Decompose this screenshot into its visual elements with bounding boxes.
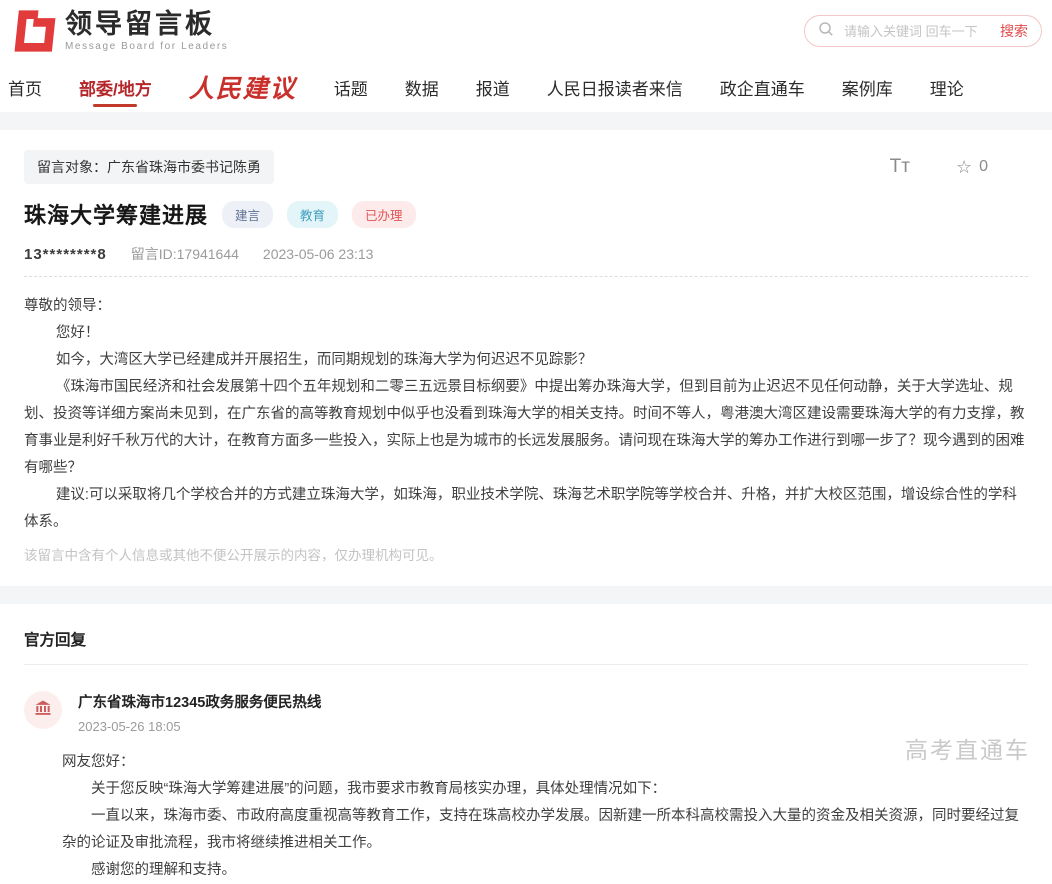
message-paragraph: 您好！ — [24, 320, 1028, 347]
message-author: 13********8 — [24, 246, 107, 263]
reply-time: 2023-05-26 18:05 — [78, 719, 321, 734]
logo-text: 领导留言板 Message Board for Leaders — [65, 11, 228, 52]
message-paragraph: 建议:可以采取将几个学校合并的方式建立珠海大学，如珠海，职业技术学院、珠海艺术职… — [24, 482, 1028, 536]
site-subtitle: Message Board for Leaders — [65, 41, 228, 52]
nav-item-case-library[interactable]: 案例库 — [842, 62, 893, 112]
message-paragraph: 尊敬的领导： — [24, 293, 1028, 320]
reply-paragraph: 关于您反映“珠海大学筹建进展”的问题，我市要求市教育局核实办理，具体处理情况如下… — [62, 776, 1028, 803]
message-body: 尊敬的领导： 您好！ 如今，大湾区大学已经建成并开展招生，而同期规划的珠海大学为… — [24, 293, 1028, 536]
search-input[interactable] — [842, 23, 992, 40]
message-card: 留言对象：广东省珠海市委书记陈勇 Tт ☆ 0 珠海大学筹建进展 建言 教育 已… — [0, 150, 1052, 586]
star-icon: ☆ — [956, 157, 972, 178]
message-toolbar: Tт ☆ 0 — [890, 156, 988, 178]
favorite-count: 0 — [979, 158, 988, 176]
tag-education: 教育 — [287, 201, 338, 228]
nav-item-gov-enterprise[interactable]: 政企直通车 — [720, 62, 805, 112]
site-title: 领导留言板 — [65, 11, 228, 38]
nav-item-peoples-advice[interactable]: 人民建议 — [189, 62, 297, 112]
nav-item-theory[interactable]: 理论 — [930, 62, 964, 112]
dashed-divider — [24, 276, 1028, 277]
message-title: 珠海大学筹建进展 — [24, 198, 208, 230]
divider-band — [0, 586, 1052, 604]
reply-paragraph: 一直以来，珠海市委、市政府高度重视高等教育工作，支持在珠高校办学发展。因新建一所… — [62, 803, 1028, 857]
official-reply-section: 官方回复 广东省珠海市12345政务服务便民热线 2023-05-26 18:0… — [0, 628, 1052, 884]
agency-avatar — [24, 691, 62, 729]
top-header: 领导留言板 Message Board for Leaders 搜索 — [0, 0, 1052, 62]
watermark: 高考直通车 — [905, 731, 1030, 765]
nav-item-data[interactable]: 数据 — [405, 62, 439, 112]
divider-band — [0, 112, 1052, 130]
reply-divider — [24, 664, 1028, 665]
message-paragraph: 如今，大湾区大学已经建成并开展招生，而同期规划的珠海大学为何迟迟不见踪影？ — [24, 347, 1028, 374]
message-meta: 13********8 留言ID:17941644 2023-05-06 23:… — [24, 244, 1028, 264]
nav-item-ministries[interactable]: 部委/地方 — [79, 62, 152, 112]
font-size-icon[interactable]: Tт — [890, 156, 910, 178]
nav-item-topics[interactable]: 话题 — [334, 62, 368, 112]
privacy-note: 该留言中含有个人信息或其他不便公开展示的内容，仅办理机构可见。 — [24, 544, 1028, 564]
agency-name[interactable]: 广东省珠海市12345政务服务便民热线 — [78, 691, 321, 712]
message-time: 2023-05-06 23:13 — [263, 246, 374, 262]
message-id: 留言ID:17941644 — [131, 244, 239, 264]
main-nav: 首页 部委/地方 人民建议 话题 数据 报道 人民日报读者来信 政企直通车 案例… — [0, 62, 1052, 112]
search-box[interactable]: 搜索 — [804, 15, 1042, 47]
reply-paragraph: 感谢您的理解和支持。 — [62, 857, 1028, 884]
tag-suggestion: 建言 — [222, 201, 273, 228]
nav-item-home[interactable]: 首页 — [8, 62, 42, 112]
search-button[interactable]: 搜索 — [1000, 21, 1028, 41]
favorite-button[interactable]: ☆ 0 — [956, 157, 988, 178]
message-board-logo-icon — [10, 8, 56, 54]
official-reply-heading: 官方回复 — [24, 628, 1028, 650]
message-target-badge: 留言对象：广东省珠海市委书记陈勇 — [24, 150, 274, 184]
reply-body: 网友您好： 关于您反映“珠海大学筹建进展”的问题，我市要求市教育局核实办理，具体… — [62, 749, 1028, 884]
site-logo[interactable]: 领导留言板 Message Board for Leaders — [10, 8, 228, 54]
reply-paragraph: 网友您好： — [62, 749, 1028, 776]
nav-item-reader-letters[interactable]: 人民日报读者来信 — [547, 62, 683, 112]
tag-handled: 已办理 — [352, 201, 416, 228]
search-icon — [818, 21, 834, 42]
message-paragraph: 《珠海市国民经济和社会发展第十四个五年规划和二零三五远景目标纲要》中提出筹办珠海… — [24, 374, 1028, 482]
government-building-icon — [33, 698, 53, 723]
nav-item-reports[interactable]: 报道 — [476, 62, 510, 112]
